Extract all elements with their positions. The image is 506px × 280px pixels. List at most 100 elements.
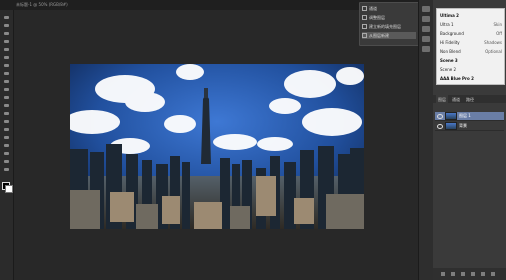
new-group-icon[interactable] — [471, 272, 475, 276]
adjustments-panel-icon[interactable] — [422, 36, 430, 42]
layers-panel-tab[interactable]: 路径 — [464, 95, 476, 103]
pen-tool-icon[interactable] — [2, 126, 11, 132]
layer-row[interactable]: 图层 1 — [435, 112, 504, 121]
menu-item[interactable]: 从图层新建 — [362, 32, 416, 39]
new-layer-menu: 通道调整图层建立新的填充图层 从图层新建 — [359, 2, 419, 46]
panel-dock-strip — [418, 0, 434, 280]
blur-tool-icon[interactable] — [2, 110, 11, 116]
dodge-tool-icon[interactable] — [2, 118, 11, 124]
add-mask-icon[interactable] — [461, 272, 465, 276]
eraser-tool-icon-glyph — [4, 95, 9, 99]
menu-item-icon — [362, 15, 367, 20]
city-skyline-photo — [70, 64, 364, 229]
marquee-tool-icon[interactable] — [2, 22, 11, 28]
menu-item-icon — [362, 24, 367, 29]
property-row[interactable]: Scene 3 — [440, 57, 502, 63]
canvas-image[interactable] — [70, 64, 364, 229]
menu-item-label: 通道 — [369, 5, 377, 11]
layers-panel-tabs: 图层 通道 路径 — [433, 95, 506, 103]
healing-brush-tool-icon[interactable] — [2, 62, 11, 68]
property-key: Non Blend — [440, 48, 461, 54]
layers-panel-tab[interactable]: 通道 — [450, 95, 462, 103]
canvas-area[interactable] — [14, 10, 418, 280]
menu-item[interactable]: 通道 — [362, 5, 416, 12]
property-row[interactable]: Hi Fidelity Shadows — [440, 39, 502, 45]
info-panel-icon[interactable] — [422, 26, 430, 32]
property-value: Off — [496, 30, 502, 36]
crop-tool-icon-glyph — [4, 47, 9, 51]
layer-thumbnail — [445, 112, 457, 120]
zoom-tool-icon-glyph — [4, 167, 9, 171]
lasso-tool-icon[interactable] — [2, 30, 11, 36]
background-color-swatch[interactable] — [5, 185, 13, 193]
layer-thumbnail — [445, 122, 457, 130]
menu-item-icon — [362, 33, 367, 38]
clone-stamp-tool-icon[interactable] — [2, 78, 11, 84]
dodge-tool-icon-glyph — [4, 119, 9, 123]
gradient-tool-icon-glyph — [4, 103, 9, 107]
hand-tool-icon[interactable] — [2, 158, 11, 164]
brush-tool-icon[interactable] — [2, 70, 11, 76]
shape-tool-icon[interactable] — [2, 150, 11, 156]
eraser-tool-icon[interactable] — [2, 94, 11, 100]
menu-item[interactable]: 建立新的填充图层 — [362, 23, 416, 30]
property-value: Skin — [493, 21, 502, 27]
eyedropper-tool-icon[interactable] — [2, 54, 11, 60]
gradient-tool-icon[interactable] — [2, 102, 11, 108]
move-tool-icon[interactable] — [2, 14, 11, 20]
layer-name: 背景 — [459, 123, 467, 128]
property-row[interactable]: Scene 2 — [440, 66, 502, 72]
menu-item-label: 建立新的填充图层 — [369, 23, 401, 29]
type-tool-icon[interactable] — [2, 134, 11, 140]
layer-style-icon[interactable] — [451, 272, 455, 276]
layer-row[interactable]: 背景 — [435, 122, 504, 131]
menu-item-label: 从图层新建 — [369, 32, 389, 38]
property-value: Shadows — [484, 39, 502, 45]
history-panel-icon[interactable] — [422, 6, 430, 12]
menu-item-icon — [362, 6, 367, 11]
layers-panel-tab[interactable]: 图层 — [436, 95, 448, 103]
layers-panel-footer — [433, 268, 506, 280]
property-key: Hi Fidelity — [440, 39, 460, 45]
menu-item[interactable]: 调整图层 — [362, 14, 416, 21]
menu-item-label: 调整图层 — [369, 14, 385, 20]
property-key: Background — [440, 30, 464, 36]
brush-tool-icon-glyph — [4, 71, 9, 75]
color-swatches[interactable] — [2, 182, 13, 193]
property-row[interactable]: Ultra 1 Skin — [440, 21, 502, 27]
shape-tool-icon-glyph — [4, 151, 9, 155]
property-row[interactable]: Non Blend Optional — [440, 48, 502, 54]
property-key: AAA Blue Pro 2 — [440, 75, 474, 81]
property-key: Scene 3 — [440, 57, 458, 63]
visibility-eye-icon[interactable] — [437, 113, 443, 119]
clone-stamp-tool-icon-glyph — [4, 79, 9, 83]
path-select-tool-icon-glyph — [4, 143, 9, 147]
brush-panel-icon[interactable] — [422, 46, 430, 52]
properties-panel: Ultima 2 Ultra 1 Skin Background Off Hi Fidel… — [436, 8, 505, 85]
delete-layer-icon[interactable] — [491, 272, 495, 276]
healing-brush-tool-icon-glyph — [4, 63, 9, 67]
right-panels: Ultima 2 Ultra 1 Skin Background Off Hi Fidel… — [433, 0, 506, 280]
new-layer-icon[interactable] — [481, 272, 485, 276]
zoom-tool-icon[interactable] — [2, 166, 11, 172]
history-brush-tool-icon[interactable] — [2, 86, 11, 92]
quick-select-tool-icon[interactable] — [2, 38, 11, 44]
properties-panel-icon[interactable] — [422, 16, 430, 22]
property-row[interactable]: Background Off — [440, 30, 502, 36]
link-layers-icon[interactable] — [441, 272, 445, 276]
property-key: Ultima 2 — [440, 12, 459, 18]
marquee-tool-icon-glyph — [4, 23, 9, 27]
lasso-tool-icon-glyph — [4, 31, 9, 35]
eyedropper-tool-icon-glyph — [4, 55, 9, 59]
property-row[interactable]: Ultima 2 — [440, 12, 502, 18]
type-tool-icon-glyph — [4, 135, 9, 139]
property-key: Scene 2 — [440, 66, 457, 72]
property-row[interactable]: AAA Blue Pro 2 — [440, 75, 502, 81]
document-tab-title[interactable]: 未标题-1 @ 50% (RGB/8#) — [16, 2, 68, 8]
layer-name: 图层 1 — [459, 113, 471, 118]
crop-tool-icon[interactable] — [2, 46, 11, 52]
visibility-eye-icon[interactable] — [437, 123, 443, 129]
path-select-tool-icon[interactable] — [2, 142, 11, 148]
tools-panel — [0, 10, 14, 280]
property-value: Optional — [485, 48, 502, 54]
